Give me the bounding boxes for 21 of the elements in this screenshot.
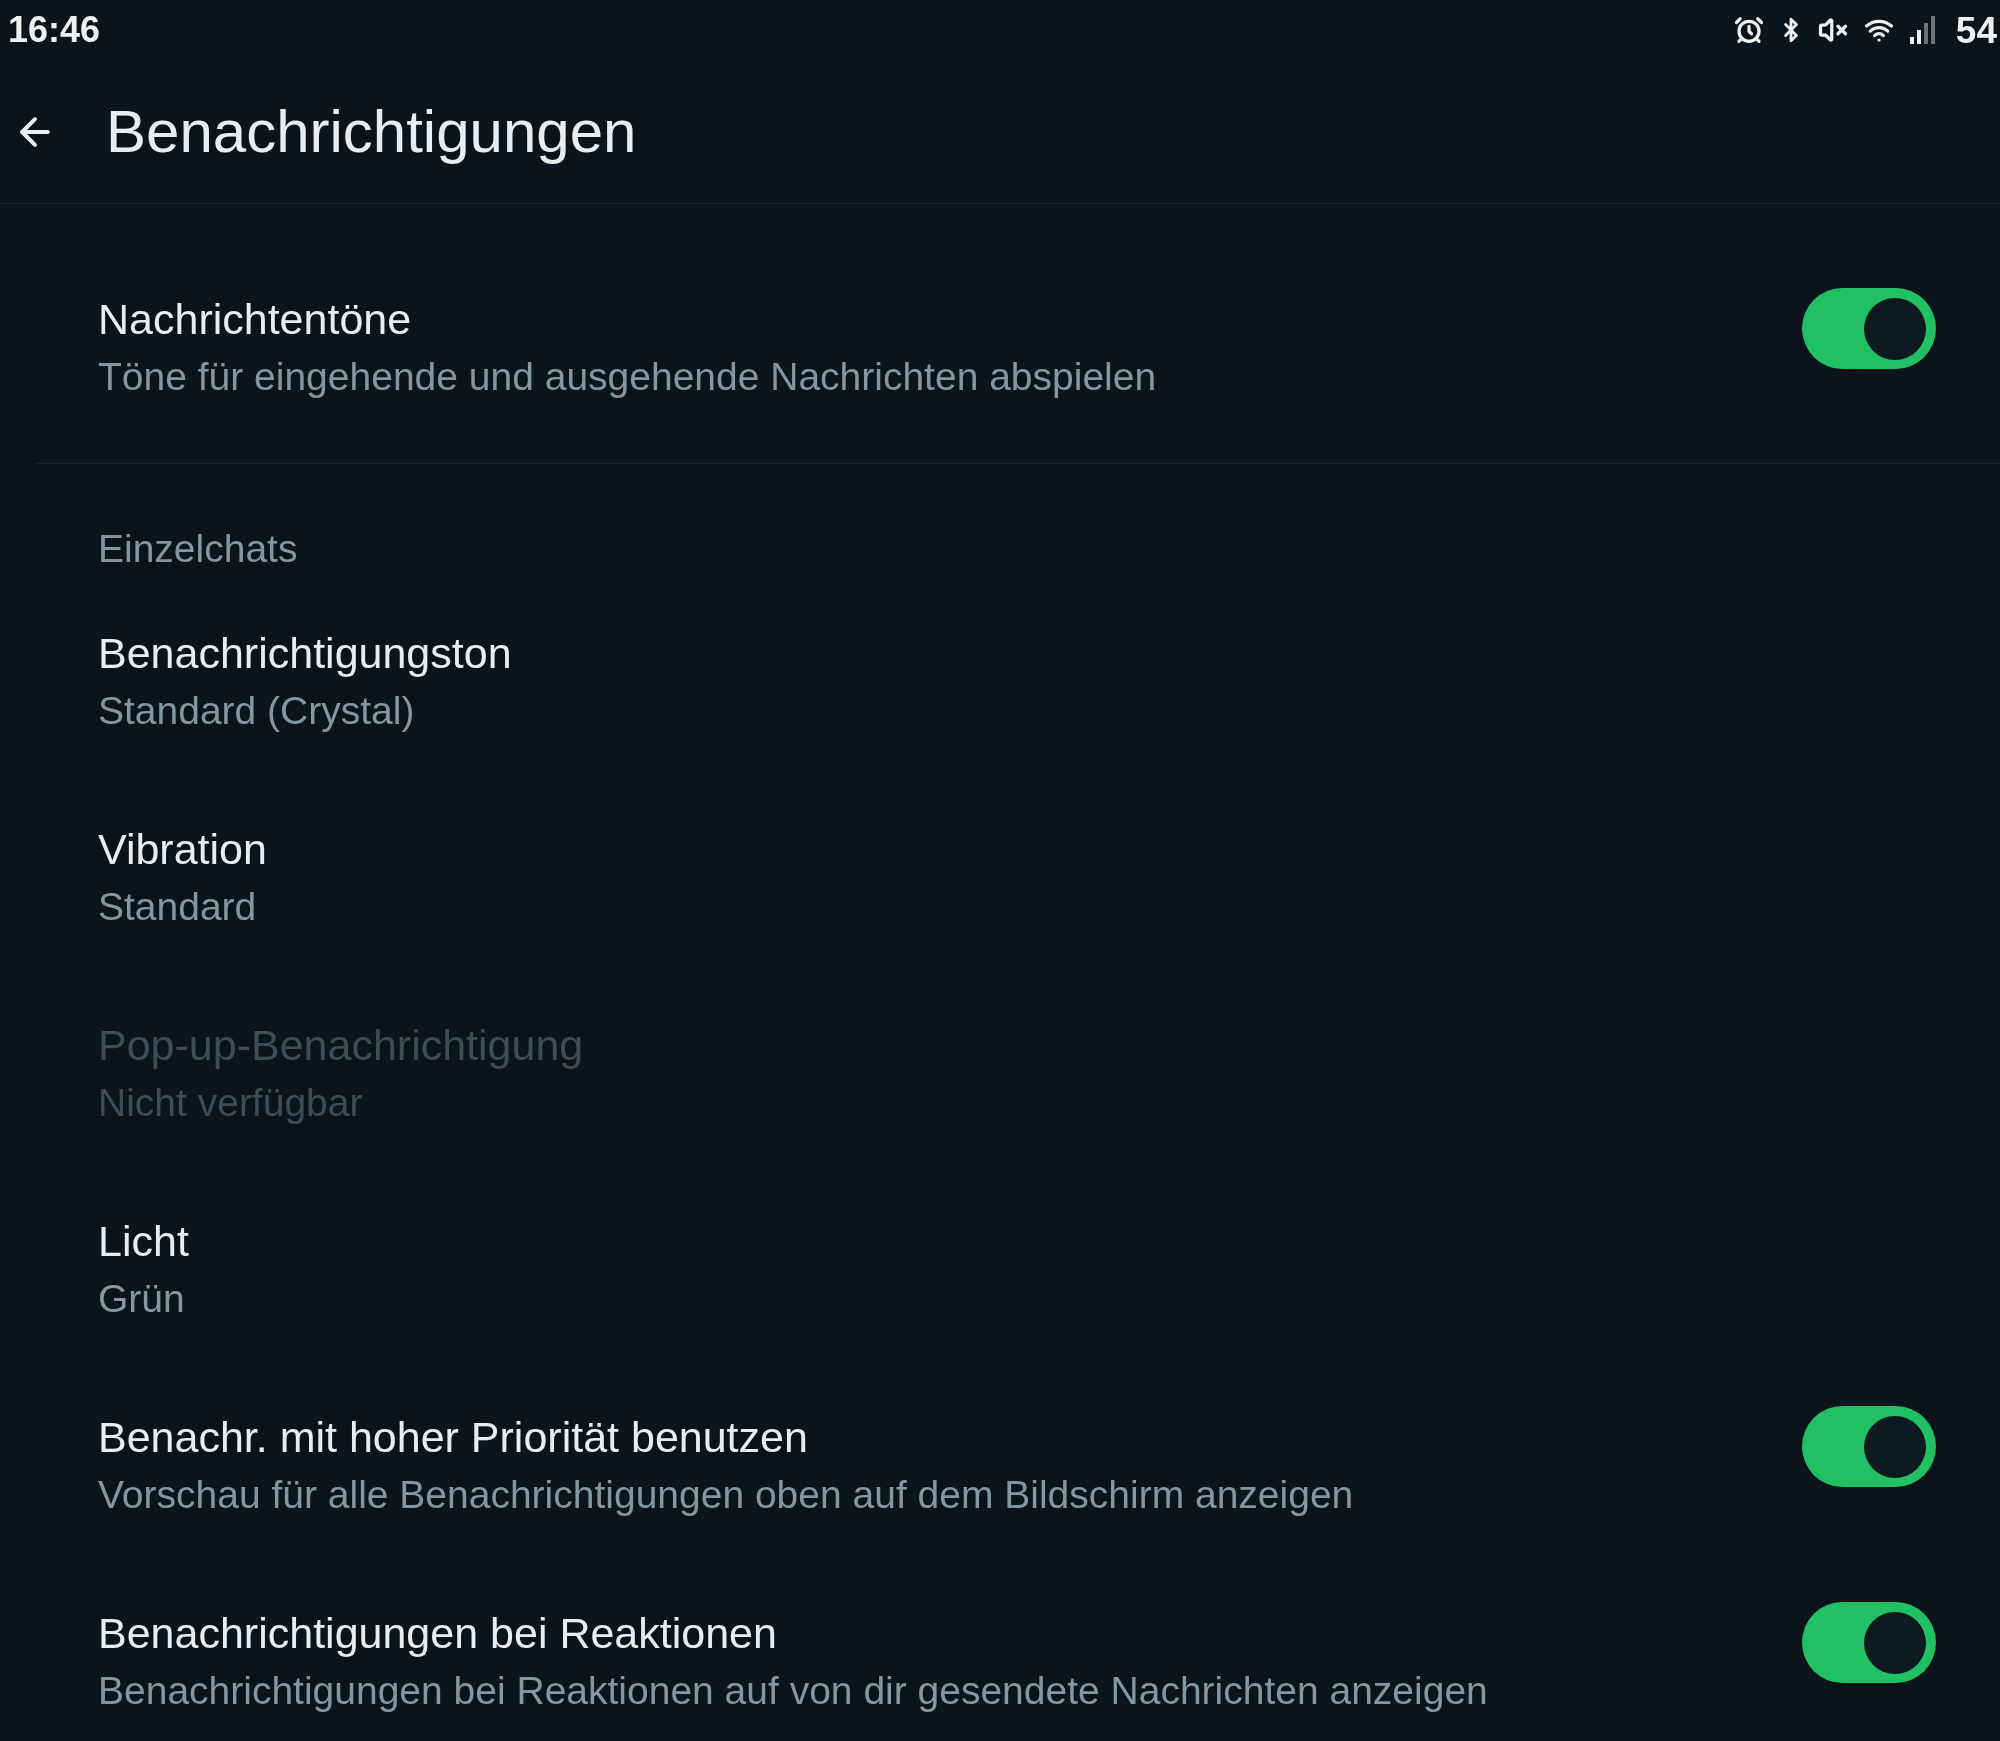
setting-title[interactable]: Licht (98, 1212, 189, 1270)
page-title: Benachrichtigungen (106, 101, 637, 162)
setting-description: Benachrichtigungen bei Reaktionen auf von dir gesendete Nachrichten anzeigen (98, 1668, 1488, 1714)
setting-value: Grün (98, 1276, 185, 1322)
status-time: 16:46 (8, 12, 101, 48)
setting-value: Nicht verfügbar (98, 1080, 363, 1126)
section-heading: Einzelchats (98, 526, 298, 572)
setting-title[interactable]: Vibration (98, 820, 267, 878)
setting-description: Vorschau für alle Benachrichtigungen oben auf dem Bildschirm anzeigen (98, 1472, 1354, 1518)
alarm-icon (1733, 15, 1764, 45)
setting-description: Töne für eingehende und ausgehende Nachrichten abspielen (98, 354, 1157, 400)
setting-title: Benachr. mit hoher Priorität benutzen (98, 1412, 808, 1463)
setting-value: Standard (98, 884, 257, 930)
setting-title: Pop-up-Benachrichtigung (98, 1020, 584, 1071)
setting-title[interactable]: Benachrichtigungston (98, 624, 512, 682)
setting-value: Standard (Crystal) (98, 688, 415, 734)
mute-icon (1817, 15, 1848, 45)
setting-title: Benachrichtigungen bei Reaktionen (98, 1608, 777, 1659)
battery-level: 54 (1955, 11, 1997, 49)
setting-title: Nachrichtentöne (98, 294, 412, 345)
signal-icon (1909, 16, 1936, 44)
